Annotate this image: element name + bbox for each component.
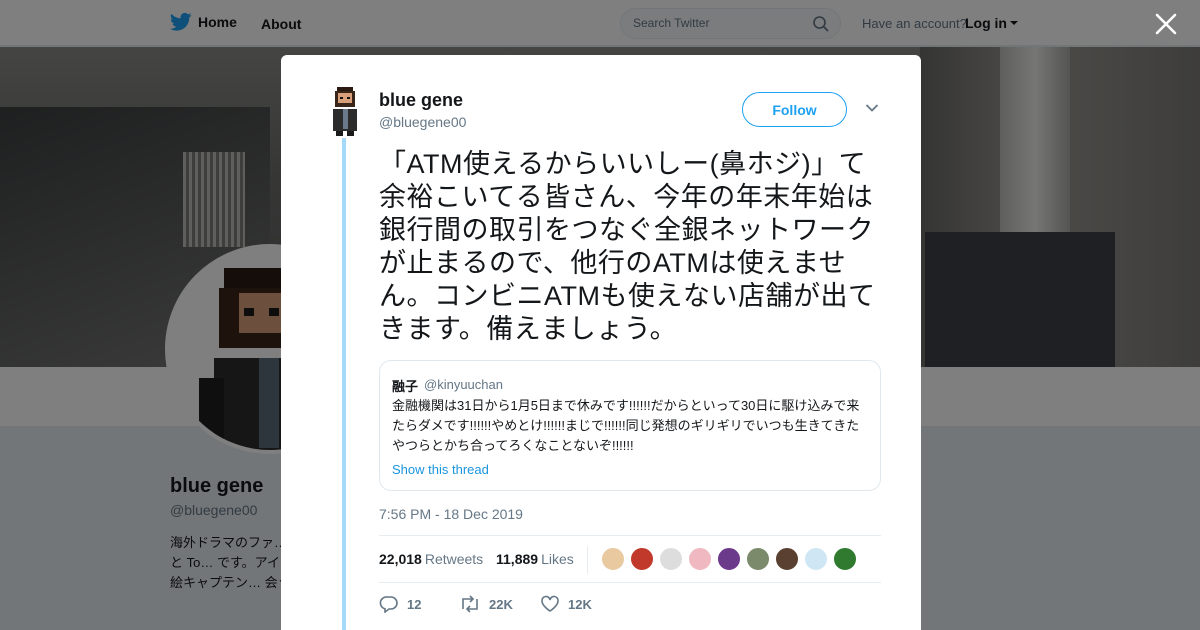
retweets-count: 22,018: [379, 551, 422, 567]
retweets-stat[interactable]: 22,018 Retweets: [379, 551, 483, 567]
liker-avatar[interactable]: [659, 547, 683, 571]
quoted-author-handle: @kinyuuchan: [424, 377, 503, 392]
liker-avatars: [601, 547, 857, 571]
tweet-text: 「ATM使えるからいいしー(鼻ホジ)」て余裕こいてる皆さん、今年の年末年始は銀行…: [379, 149, 876, 344]
tweet-stats: 22,018 Retweets 11,889 Likes: [379, 535, 881, 583]
thread-line: [342, 138, 346, 630]
liker-avatar[interactable]: [688, 547, 712, 571]
author-avatar[interactable]: [327, 85, 363, 137]
author-name[interactable]: blue gene: [379, 90, 463, 111]
show-thread-link[interactable]: Show this thread: [392, 462, 489, 477]
quoted-tweet-card[interactable]: 融子 @kinyuuchan 金融機関は31日から1月5日まで休みです!!!!!…: [379, 360, 881, 491]
reply-icon: [379, 596, 398, 613]
tweet-modal: blue gene @bluegene00 Follow 「ATM使えるからいい…: [281, 55, 921, 630]
likes-count: 11,889: [496, 551, 539, 567]
liker-avatar[interactable]: [601, 547, 625, 571]
liker-avatar[interactable]: [717, 547, 741, 571]
retweet-button[interactable]: 22K: [459, 595, 513, 613]
liker-avatar[interactable]: [630, 547, 654, 571]
likes-label: Likes: [541, 551, 574, 567]
reply-button[interactable]: 12: [379, 595, 421, 613]
chevron-down-icon[interactable]: [865, 103, 879, 113]
like-button[interactable]: 12K: [540, 595, 592, 613]
liker-avatar[interactable]: [804, 547, 828, 571]
author-handle[interactable]: @bluegene00: [379, 114, 466, 130]
retweet-icon: [462, 595, 478, 613]
quoted-author-name: 融子: [392, 379, 419, 394]
heart-icon: [541, 595, 559, 612]
liker-avatar[interactable]: [775, 547, 799, 571]
quoted-tweet-text: 金融機関は31日から1月5日まで休みです!!!!!!だからといって30日に駆け込…: [392, 398, 860, 453]
reply-count: 12: [407, 596, 422, 612]
retweet-count: 22K: [489, 596, 513, 612]
liker-avatar[interactable]: [833, 547, 857, 571]
liker-avatar[interactable]: [746, 547, 770, 571]
close-icon[interactable]: [1154, 12, 1178, 36]
stats-divider: [587, 546, 588, 574]
tweet-timestamp[interactable]: 7:56 PM - 18 Dec 2019: [379, 506, 523, 522]
follow-button[interactable]: Follow: [742, 92, 847, 127]
like-count: 12K: [568, 596, 592, 612]
retweets-label: Retweets: [424, 551, 484, 567]
tweet-actions: 12 22K 12K: [379, 593, 881, 617]
likes-stat[interactable]: 11,889 Likes: [496, 551, 574, 567]
